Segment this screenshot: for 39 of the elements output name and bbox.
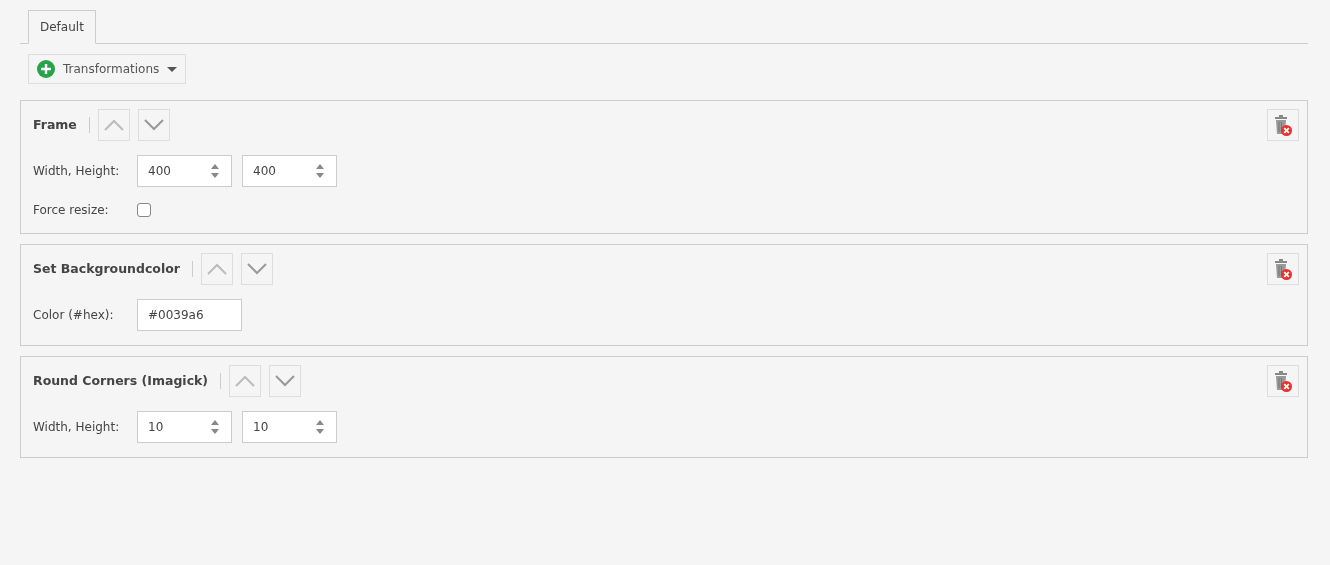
delete-button[interactable] bbox=[1267, 109, 1299, 141]
spinner-arrows-icon bbox=[315, 164, 325, 178]
spinner-arrows-icon bbox=[210, 164, 220, 178]
caret-icon bbox=[167, 66, 178, 72]
number-field[interactable]: 10 bbox=[137, 411, 232, 443]
field-label: Width, Height: bbox=[33, 163, 121, 180]
delete-button[interactable] bbox=[1267, 253, 1299, 285]
move-down-button[interactable] bbox=[137, 109, 170, 141]
number-field[interactable]: 10 bbox=[242, 411, 337, 443]
chevron-down-icon bbox=[274, 374, 297, 388]
chevron-up-icon bbox=[102, 118, 125, 132]
panel-title: Frame bbox=[33, 115, 77, 134]
field-label: Force resize: bbox=[33, 202, 110, 219]
add-transformation-button[interactable]: Transformations bbox=[28, 54, 187, 84]
number-field[interactable]: 400 bbox=[242, 155, 337, 187]
move-up-button[interactable] bbox=[201, 253, 233, 285]
text-field[interactable]: #0039a6 bbox=[137, 299, 242, 331]
move-up-button[interactable] bbox=[97, 109, 130, 141]
trash-delete-icon bbox=[1273, 114, 1293, 136]
chevron-down-icon bbox=[246, 262, 268, 276]
chevron-down-icon bbox=[142, 118, 165, 132]
number-field[interactable]: 400 bbox=[137, 155, 232, 187]
panel-title: Round Corners (Imagick) bbox=[33, 371, 209, 390]
spinner-arrows-icon bbox=[315, 420, 325, 434]
chevron-up-icon bbox=[206, 262, 228, 276]
field-label: Color (#hex): bbox=[33, 307, 115, 324]
delete-button[interactable] bbox=[1267, 365, 1299, 397]
move-up-button[interactable] bbox=[229, 365, 262, 397]
trash-delete-icon bbox=[1273, 370, 1293, 392]
spinner-arrows-icon bbox=[210, 420, 220, 434]
move-down-button[interactable] bbox=[269, 365, 302, 397]
trash-delete-icon bbox=[1273, 258, 1293, 280]
move-down-button[interactable] bbox=[241, 253, 273, 285]
tab[interactable]: Default bbox=[28, 10, 96, 44]
checkbox[interactable] bbox=[137, 203, 151, 217]
plus-icon bbox=[37, 60, 55, 78]
field-label: Width, Height: bbox=[33, 419, 121, 436]
panel-title: Set Backgroundcolor bbox=[33, 259, 180, 278]
chevron-up-icon bbox=[234, 374, 257, 388]
